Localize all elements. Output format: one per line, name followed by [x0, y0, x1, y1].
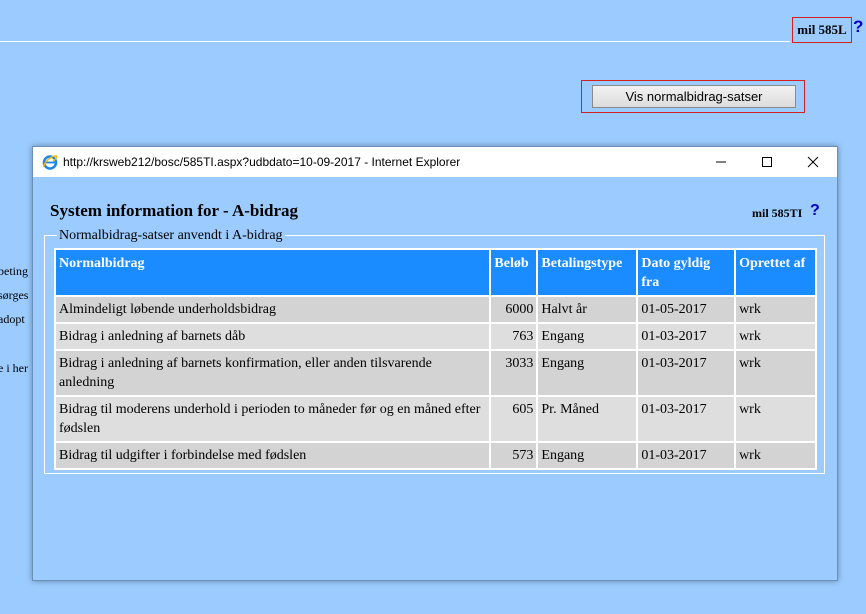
table-row: Bidrag til udgifter i forbindelse med fø… — [53, 441, 817, 470]
cell-amount: 763 — [489, 322, 539, 351]
cell-date: 01-03-2017 — [636, 322, 737, 351]
cell-created-by: wrk — [734, 295, 817, 324]
background-text: beting — [0, 264, 28, 278]
cell-date: 01-03-2017 — [636, 441, 737, 470]
internet-explorer-icon — [42, 155, 58, 170]
cell-type: Engang — [536, 441, 639, 470]
cell-name: Bidrag til udgifter i forbindelse med fø… — [53, 441, 492, 470]
column-header-valid-from: Dato gyldig fra — [636, 248, 737, 297]
cell-date: 01-03-2017 — [636, 349, 737, 397]
column-header-normalbidrag: Normalbidrag — [53, 248, 492, 297]
minimize-icon — [716, 161, 726, 163]
fieldset-legend: Normalbidrag-satser anvendt i A-bidrag — [57, 228, 285, 244]
page-code: mil 585L — [792, 17, 852, 43]
popup-window: http://krsweb212/bosc/585TI.aspx?udbdato… — [32, 146, 838, 581]
show-rates-button[interactable]: Vis normalbidrag-satser — [592, 85, 796, 108]
cell-amount: 573 — [489, 441, 539, 470]
cell-type: Halvt år — [536, 295, 639, 324]
help-icon[interactable]: ? — [853, 17, 863, 37]
table-row: Bidrag i anledning af barnets dåb 763 En… — [53, 322, 817, 351]
table-row: Bidrag til moderens underhold i perioden… — [53, 395, 817, 443]
cell-name: Bidrag til moderens underhold i perioden… — [53, 395, 492, 443]
header-divider — [0, 41, 790, 42]
column-header-created-by: Oprettet af — [734, 248, 817, 297]
cell-created-by: wrk — [734, 441, 817, 470]
show-rates-button-frame: Vis normalbidrag-satser — [581, 80, 805, 113]
cell-created-by: wrk — [734, 349, 817, 397]
maximize-icon — [762, 157, 772, 167]
table-row: Almindeligt løbende underholdsbidrag 600… — [53, 295, 817, 324]
column-header-amount: Beløb — [489, 248, 539, 297]
close-button[interactable] — [790, 147, 836, 177]
table-header-row: Normalbidrag Beløb Betalingstype Dato gy… — [53, 248, 817, 297]
close-icon — [807, 156, 819, 168]
rates-table: Normalbidrag Beløb Betalingstype Dato gy… — [53, 248, 817, 470]
cell-type: Engang — [536, 322, 639, 351]
cell-amount: 605 — [489, 395, 539, 443]
cell-created-by: wrk — [734, 322, 817, 351]
rates-fieldset: Normalbidrag-satser anvendt i A-bidrag N… — [44, 228, 825, 474]
cell-date: 01-05-2017 — [636, 295, 737, 324]
cell-name: Almindeligt løbende underholdsbidrag — [53, 295, 492, 324]
table-row: Bidrag i anledning af barnets konfirmati… — [53, 349, 817, 397]
background-text: adopt — [0, 312, 25, 326]
cell-created-by: wrk — [734, 395, 817, 443]
minimize-button[interactable] — [698, 147, 744, 177]
cell-amount: 6000 — [489, 295, 539, 324]
cell-date: 01-03-2017 — [636, 395, 737, 443]
maximize-button[interactable] — [744, 147, 790, 177]
window-title: http://krsweb212/bosc/585TI.aspx?udbdato… — [63, 155, 461, 169]
cell-type: Engang — [536, 349, 639, 397]
cell-name: Bidrag i anledning af barnets konfirmati… — [53, 349, 492, 397]
cell-type: Pr. Måned — [536, 395, 639, 443]
column-header-payment-type: Betalingstype — [536, 248, 639, 297]
cell-amount: 3033 — [489, 349, 539, 397]
window-titlebar[interactable]: http://krsweb212/bosc/585TI.aspx?udbdato… — [33, 147, 837, 177]
background-text: sørges — [0, 288, 29, 302]
cell-name: Bidrag i anledning af barnets dåb — [53, 322, 492, 351]
background-text: e i her — [0, 361, 28, 375]
popup-help-icon[interactable]: ? — [810, 202, 820, 220]
popup-heading: System information for - A-bidrag — [50, 201, 299, 220]
popup-code: mil 585TI — [752, 206, 803, 220]
